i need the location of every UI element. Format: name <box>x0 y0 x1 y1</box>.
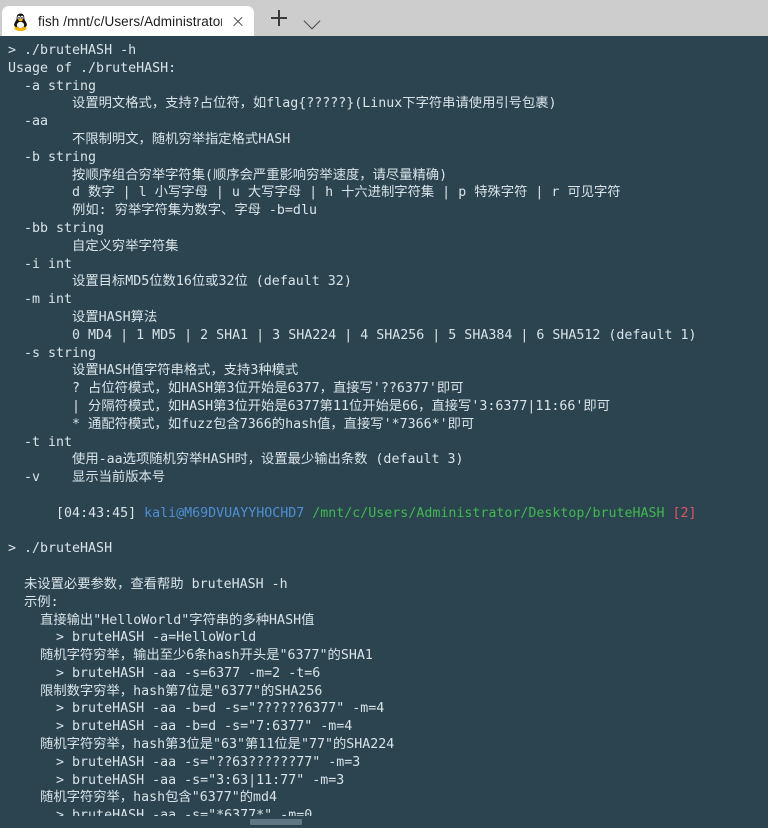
terminal-line-opt-b-desc2: d 数字 | l 小写字母 | u 大写字母 | h 十六进制字符集 | p 特… <box>8 185 621 201</box>
close-icon[interactable] <box>228 11 248 31</box>
output-line-blank-1 <box>0 558 768 576</box>
terminal-line-opt-v: -v 显示当前版本号 <box>8 470 166 486</box>
terminal-line-opt-t: -t int <box>8 434 73 450</box>
program-output-block: 未设置必要参数，查看帮助 bruteHASH -h 示例: 直接输出"Hello… <box>0 558 768 828</box>
terminal-window: fish /mnt/c/Users/Administrator > ./brut… <box>0 0 768 828</box>
tab-fish[interactable]: fish /mnt/c/Users/Administrator <box>2 6 254 36</box>
output-line-ex5-desc: 随机字符穷举，hash包含"6377"的md4 <box>8 790 278 806</box>
output-line-examples: 示例: <box>8 594 59 610</box>
terminal-line-opt-a-desc: 设置明文格式，支持?占位符，如flag{?????}(Linux下字符串请使用引… <box>8 96 557 112</box>
terminal-line-opt-b: -b string <box>8 149 97 165</box>
terminal-line-opt-t-desc: 使用-aa选项随机穷举HASH时，设置最少输出条数 (default 3) <box>8 452 464 468</box>
terminal-line-opt-aa-desc: 不限制明文，随机穷举指定格式HASH <box>8 131 291 147</box>
prompt-line: [04:43:45] kali@M69DVUAYYHOCHD7 /mnt/c/U… <box>0 487 768 540</box>
output-line-ex4-cmd2: > bruteHASH -aa -s="3:63|11:77" -m=3 <box>8 772 345 788</box>
tux-penguin-icon <box>14 12 27 31</box>
terminal-line-opt-s-desc2: ? 占位符模式，如HASH第3位开始是6377，直接写'??6377'即可 <box>8 381 464 397</box>
prompt-timestamp: [04:43:45] <box>56 505 137 521</box>
terminal-line-opt-b-desc1: 按顺序组合穷举字符集(顺序会严重影响穷举速度，请尽量精确) <box>8 167 448 183</box>
output-line-ex3-cmd2: > bruteHASH -aa -b=d -s="7:6377" -m=4 <box>8 719 353 735</box>
terminal-line-opt-s: -s string <box>8 345 97 361</box>
terminal-line-opt-aa: -aa <box>8 114 49 130</box>
output-line-ex3-cmd1: > bruteHASH -aa -b=d -s="??????6377" -m=… <box>8 701 385 717</box>
prompt-user-host: kali@M69DVUAYYHOCHD7 <box>144 505 305 521</box>
output-line-ex4-desc: 随机字符穷举，hash第3位是"63"第11位是"77"的SHA224 <box>8 737 395 753</box>
output-line-ex3-desc: 限制数字穷举，hash第7位是"6377"的SHA256 <box>8 683 323 699</box>
terminal-line-opt-b-desc3: 例如: 穷举字符集为数字、字母 -b=dlu <box>8 203 317 219</box>
new-tab-button[interactable] <box>264 3 294 33</box>
tab-bar: fish /mnt/c/Users/Administrator <box>0 0 768 36</box>
output-line-ex1-desc: 直接输出"HelloWorld"字符串的多种HASH值 <box>8 612 315 628</box>
horizontal-scrollbar-thumb[interactable] <box>250 819 302 825</box>
terminal-line-opt-i: -i int <box>8 256 73 272</box>
output-line-ex2-cmd: > bruteHASH -aa -s=6377 -m=2 -t=6 <box>8 665 321 681</box>
terminal-line-opt-i-desc: 设置目标MD5位数16位或32位 (default 32) <box>8 274 352 290</box>
terminal-line-opt-m-desc1: 设置HASH算法 <box>8 309 158 325</box>
prompt-path: /mnt/c/Users/Administrator/Desktop/brute… <box>312 505 665 521</box>
terminal-output[interactable]: > ./bruteHASH -h Usage of ./bruteHASH: -a… <box>0 36 768 828</box>
chevron-down-icon[interactable] <box>298 3 326 33</box>
help-output-block: > ./bruteHASH -h Usage of ./bruteHASH: -a… <box>0 42 768 487</box>
terminal-line-cmd-help: > ./bruteHASH -h <box>8 43 137 58</box>
output-line-ex2-desc: 随机字符穷举，输出至少6条hash开头是"6377"的SHA1 <box>8 648 373 664</box>
terminal-line-opt-s-desc4: * 通配符模式，如fuzz包含7366的hash值，直接写'*7366*'即可 <box>8 416 475 432</box>
terminal-line-opt-bb-desc: 自定义穷举字符集 <box>8 238 179 254</box>
output-line-ex1-cmd: > bruteHASH -a=HelloWorld <box>8 630 257 646</box>
prompt-exit-code: [2] <box>672 505 697 521</box>
terminal-line-opt-s-desc1: 设置HASH值字符串格式，支持3种模式 <box>8 363 299 379</box>
output-line-ex4-cmd1: > bruteHASH -aa -s="??63??????77" -m=3 <box>8 754 361 770</box>
horizontal-scrollbar[interactable] <box>0 816 768 828</box>
terminal-line-opt-m: -m int <box>8 292 73 308</box>
output-line-err-noargs: 未设置必要参数，查看帮助 bruteHASH -h <box>8 576 288 592</box>
terminal-line-opt-bb: -bb string <box>8 220 105 236</box>
terminal-line-opt-m-desc2: 0 MD4 | 1 MD5 | 2 SHA1 | 3 SHA224 | 4 SH… <box>8 327 697 343</box>
terminal-line-opt-a: -a string <box>8 78 97 94</box>
terminal-line-usage-header: Usage of ./bruteHASH: <box>8 60 177 76</box>
terminal-line-opt-s-desc3: | 分隔符模式，如HASH第3位开始是6377第11位开始是66，直接写'3:6… <box>8 398 611 414</box>
tab-title: fish /mnt/c/Users/Administrator <box>38 13 222 29</box>
command-line: > ./bruteHASH <box>8 541 113 557</box>
